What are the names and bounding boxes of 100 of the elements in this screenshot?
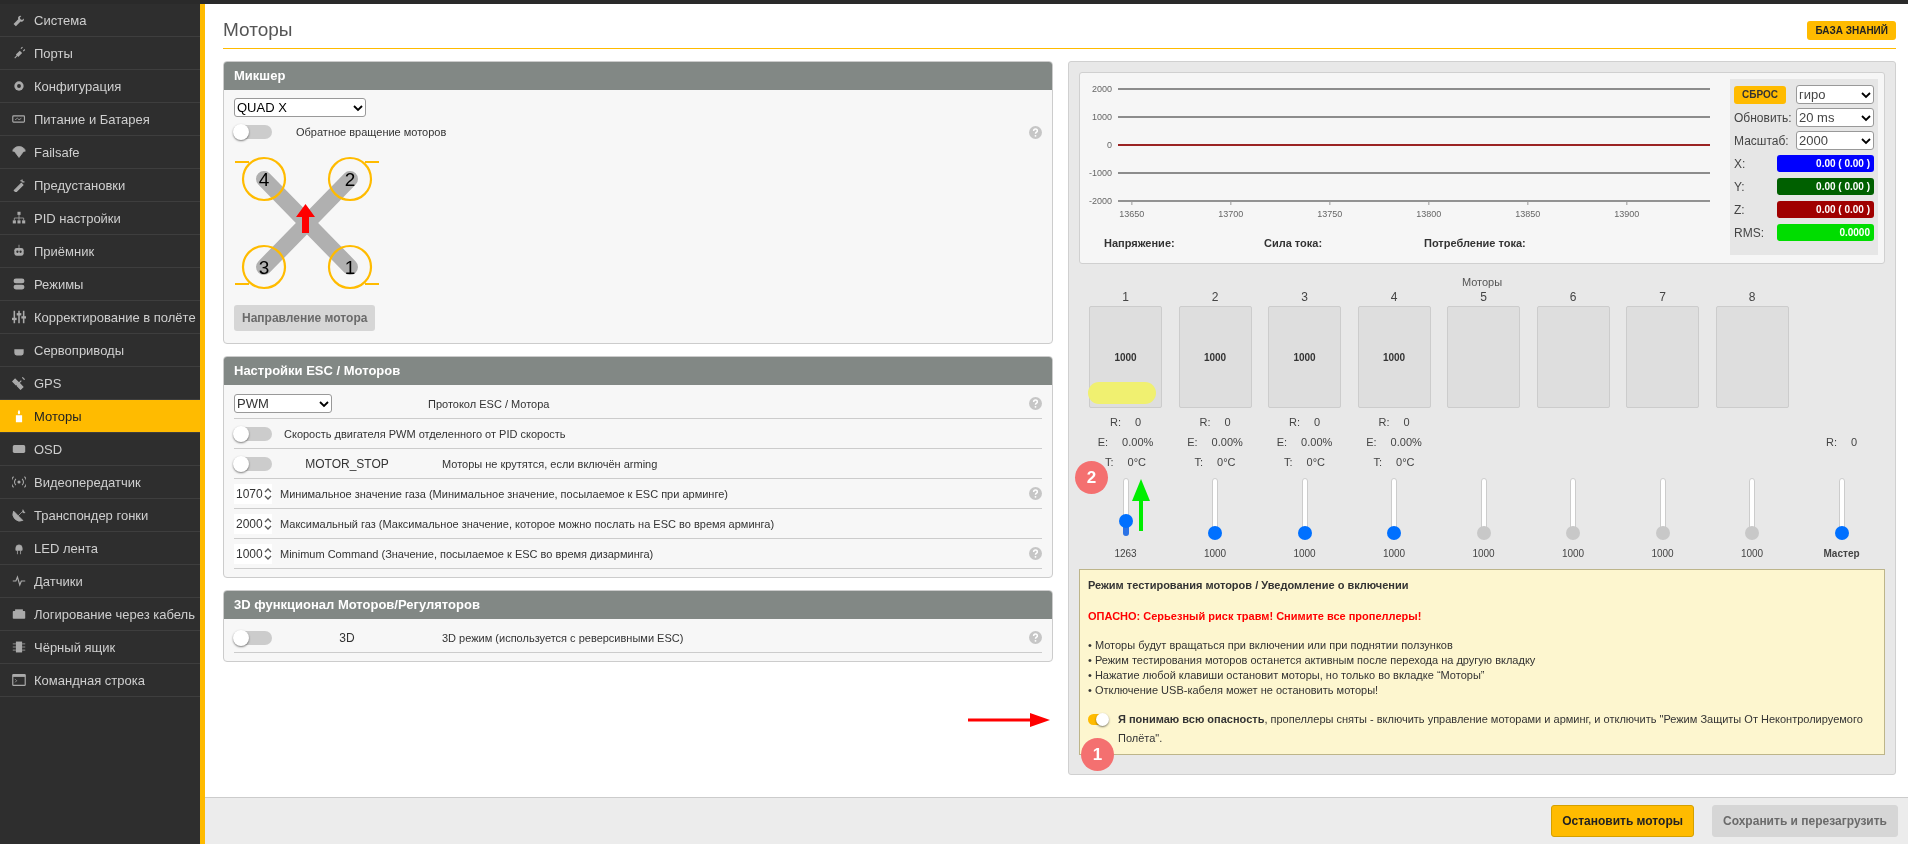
motor-number: 8 xyxy=(1748,290,1756,306)
telemetry-label: T: xyxy=(1105,456,1114,468)
telemetry-label: R: xyxy=(1109,416,1121,428)
motor-number-label: 1 xyxy=(344,257,356,278)
slider-value: 1000 xyxy=(1293,548,1316,559)
motor-output-value: 1000 xyxy=(1114,351,1137,363)
axis-value-readout: 0.0000 xyxy=(1777,224,1874,241)
help-icon[interactable] xyxy=(1029,487,1042,500)
motor-slider[interactable] xyxy=(1476,478,1491,540)
telemetry-value: 0 xyxy=(1403,416,1410,428)
sensor-select[interactable]: гиро xyxy=(1796,85,1874,104)
consent-text: Я понимаю всю опасность, пропеллеры сняты - включить управление моторами и арминг, и отключить "Режим Защиты От Неконтролируемого Полёта". xyxy=(1118,712,1864,746)
parachute-icon xyxy=(12,145,26,159)
telemetry-value: 0.00% xyxy=(1301,436,1333,448)
pulse-icon xyxy=(12,574,26,588)
toggle-label: Обратное вращение моторов xyxy=(296,126,448,138)
sidebar-item[interactable]: Failsafe xyxy=(0,136,200,169)
axis-label: RMS: xyxy=(1734,225,1764,240)
number-input[interactable]: 2000 xyxy=(234,513,272,534)
slider-value: 1000 xyxy=(1472,548,1495,559)
master-slider-label: Мастер xyxy=(1823,548,1860,559)
field-label: Моторы не крутятся, если включён arming xyxy=(442,457,659,470)
motor-slider[interactable] xyxy=(1297,478,1312,540)
telemetry-value: 0.00% xyxy=(1390,436,1422,448)
field-label: Скорость двигателя PWM отделенного от PID скорость xyxy=(284,427,567,440)
hierarchy-icon xyxy=(12,211,26,225)
telemetry-label: E: xyxy=(1276,436,1288,448)
scale-select[interactable]: 2000 xyxy=(1796,131,1874,150)
setting-name: MOTOR_STOP xyxy=(304,456,390,471)
mixer-select[interactable]: QUAD X xyxy=(234,98,366,117)
telemetry-value: 0 xyxy=(1134,416,1142,428)
motor-number: 2 xyxy=(1211,290,1219,306)
stop-motors-button[interactable]: Остановить моторы xyxy=(1551,805,1694,837)
power-label: Напряжение: xyxy=(1104,237,1176,249)
toggle-switch[interactable] xyxy=(234,125,272,139)
motor-slider[interactable] xyxy=(1834,478,1849,540)
slider-value: 1000 xyxy=(1561,548,1585,559)
motor-slider[interactable] xyxy=(1208,478,1222,540)
reset-button[interactable]: СБРОС xyxy=(1734,85,1786,104)
y-axis-tick-label: 0 xyxy=(1107,140,1112,150)
motor-number-label: 3 xyxy=(258,257,270,278)
toggle-switch[interactable] xyxy=(234,456,272,471)
spinner-arrows-icon[interactable] xyxy=(264,516,272,531)
danger-warning: ОПАСНО: Серьезный риск травм! Снимите все пропеллеры! xyxy=(1088,609,1423,624)
bullet-item: • Нажатие любой клавиши остановит моторы, но только во вкладке “Моторы” xyxy=(1088,668,1486,683)
help-icon[interactable] xyxy=(1029,125,1042,139)
spinner-arrows-icon[interactable] xyxy=(264,486,272,501)
motor-slider[interactable] xyxy=(1745,478,1759,540)
spinner-arrows-icon[interactable] xyxy=(264,546,272,561)
x-axis-tick-label: 13700 xyxy=(1218,209,1244,219)
magic-wand-icon xyxy=(12,178,26,192)
motor-slider[interactable] xyxy=(1655,478,1670,540)
sidebar-item[interactable]: Моторы xyxy=(0,400,200,433)
antenna-icon xyxy=(12,475,26,489)
number-input[interactable]: 1070 xyxy=(234,483,272,504)
power-label: Сила тока: xyxy=(1264,237,1324,249)
chevron-down-icon xyxy=(1861,90,1871,99)
y-axis-tick-label: -1000 xyxy=(1088,168,1112,178)
telemetry-label: E: xyxy=(1366,436,1377,448)
help-icon[interactable] xyxy=(1029,547,1042,560)
telemetry-label: E: xyxy=(1097,436,1109,448)
dish-icon xyxy=(12,508,26,522)
field-label: Минимальное значение газа (Минимальное значение, посылаемое к ESC при арминге) xyxy=(280,487,729,500)
refresh-select[interactable]: 20 ms xyxy=(1796,108,1874,127)
arrow-up-icon xyxy=(296,204,315,233)
sidebar-item[interactable]: Логирование через кабель xyxy=(0,598,200,631)
help-icon[interactable] xyxy=(1029,397,1042,410)
panel-header: Настройки ESC / Моторов xyxy=(224,357,1052,385)
x-axis-tick-label: 13750 xyxy=(1317,209,1343,219)
motor-output-value: 1000 xyxy=(1203,351,1227,363)
slider-value: 1000 xyxy=(1651,548,1674,559)
panel-header: 3D функционал Моторов/Регуляторов xyxy=(224,591,1052,619)
telemetry-label: R: xyxy=(1288,416,1300,428)
battery-icon xyxy=(12,112,26,126)
field-label: 3D режим (используется с реверсивными ESC) xyxy=(442,631,685,644)
bullet-item: • Моторы будут вращаться при включении или при поднятии ползунков xyxy=(1088,638,1454,653)
chevron-down-icon xyxy=(353,103,363,112)
telemetry-label: R: xyxy=(1825,436,1837,448)
motor-slider[interactable] xyxy=(1566,478,1580,540)
motor-number: 5 xyxy=(1480,290,1487,306)
toggle-switch[interactable] xyxy=(234,630,272,645)
motor-slider[interactable] xyxy=(1387,478,1401,540)
y-axis-tick-label: 1000 xyxy=(1091,112,1112,122)
x-axis-tick-label: 13650 xyxy=(1119,209,1145,219)
telemetry-label: T: xyxy=(1194,456,1204,468)
telemetry-value: 0°C xyxy=(1396,456,1415,468)
number-input[interactable]: 1000 xyxy=(234,543,272,564)
sliders-icon xyxy=(12,310,26,324)
axis-value-readout: 0.00 ( 0.00 ) xyxy=(1777,178,1874,195)
motor-number: 3 xyxy=(1301,290,1308,306)
consent-toggle[interactable] xyxy=(1088,714,1108,725)
telemetry-label: T: xyxy=(1373,456,1383,468)
gear-icon xyxy=(12,79,26,93)
knowledge-base-button[interactable]: БАЗА ЗНАНИЙ xyxy=(1807,20,1896,40)
power-label: Потребление тока: xyxy=(1424,237,1527,249)
bullet-item: • Режим тестирования моторов останется активным после перехода на другую вкладку xyxy=(1088,653,1537,668)
help-icon[interactable] xyxy=(1029,631,1042,644)
plug-icon xyxy=(12,46,26,60)
toggle-switch[interactable] xyxy=(234,426,272,441)
protocol-select[interactable]: PWM xyxy=(234,394,332,413)
